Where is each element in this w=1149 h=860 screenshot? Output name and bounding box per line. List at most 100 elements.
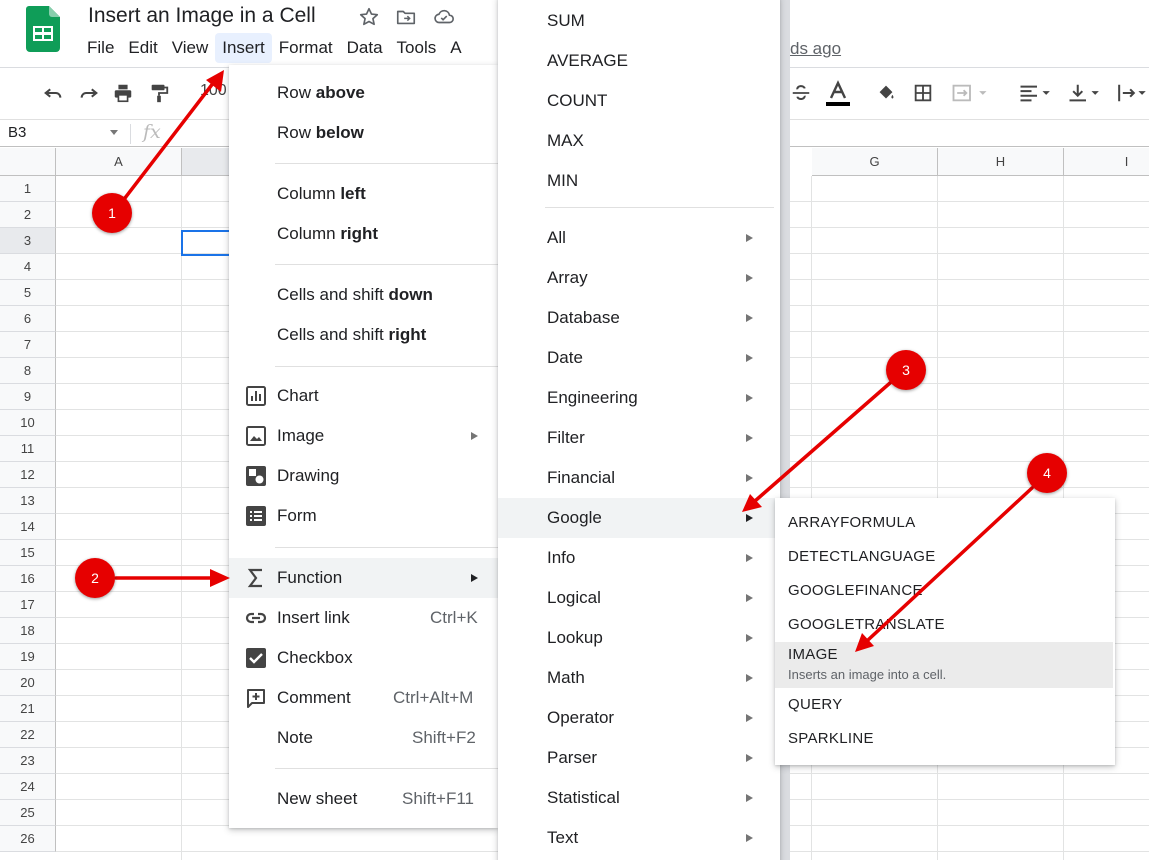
function-min[interactable]: MIN: [498, 161, 788, 201]
menu-tools[interactable]: Tools: [390, 33, 444, 63]
fill-color-icon[interactable]: [875, 82, 897, 104]
menu-addons[interactable]: A: [443, 33, 468, 63]
column-header-h[interactable]: H: [938, 148, 1064, 176]
star-icon[interactable]: [358, 6, 380, 28]
function-category-engineering[interactable]: Engineering: [498, 378, 788, 418]
undo-icon[interactable]: [42, 82, 64, 104]
function-category-filter[interactable]: Filter: [498, 418, 788, 458]
function-category-financial[interactable]: Financial: [498, 458, 788, 498]
row-header-16[interactable]: 16: [0, 566, 56, 592]
function-query[interactable]: QUERY: [775, 688, 1113, 722]
function-max[interactable]: MAX: [498, 121, 788, 161]
sheets-logo-icon[interactable]: [26, 6, 60, 52]
redo-icon[interactable]: [78, 82, 100, 104]
menu-edit[interactable]: Edit: [121, 33, 164, 63]
row-header-2[interactable]: 2: [0, 202, 56, 228]
column-header-i[interactable]: I: [1064, 148, 1149, 176]
name-box-dropdown-icon[interactable]: [110, 130, 118, 135]
row-header-19[interactable]: 19: [0, 644, 56, 670]
insert-note[interactable]: Note Shift+F2: [229, 718, 498, 758]
function-category-statistical[interactable]: Statistical: [498, 778, 788, 818]
function-category-all[interactable]: All: [498, 218, 788, 258]
insert-chart[interactable]: Chart: [229, 376, 498, 416]
function-category-logical[interactable]: Logical: [498, 578, 788, 618]
function-category-info[interactable]: Info: [498, 538, 788, 578]
insert-drawing[interactable]: Drawing: [229, 456, 498, 496]
insert-comment[interactable]: Comment Ctrl+Alt+M: [229, 678, 498, 718]
function-sparkline[interactable]: SPARKLINE: [775, 722, 1113, 756]
menu-data[interactable]: Data: [340, 33, 390, 63]
menu-view[interactable]: View: [165, 33, 216, 63]
paint-format-icon[interactable]: [148, 82, 170, 104]
insert-form[interactable]: Form: [229, 496, 498, 536]
column-header-g[interactable]: G: [812, 148, 938, 176]
row-header-25[interactable]: 25: [0, 800, 56, 826]
function-image[interactable]: IMAGE Inserts an image into a cell.: [775, 642, 1113, 688]
row-header-1[interactable]: 1: [0, 176, 56, 202]
name-box[interactable]: B3: [8, 124, 26, 141]
merge-cells-icon[interactable]: [950, 82, 990, 104]
function-category-database[interactable]: Database: [498, 298, 788, 338]
row-header-24[interactable]: 24: [0, 774, 56, 800]
text-color-icon[interactable]: [825, 80, 851, 108]
row-header-3[interactable]: 3: [0, 228, 56, 254]
insert-function[interactable]: Function: [229, 558, 498, 598]
function-category-lookup[interactable]: Lookup: [498, 618, 788, 658]
function-category-math[interactable]: Math: [498, 658, 788, 698]
insert-image[interactable]: Image: [229, 416, 498, 456]
insert-new-sheet[interactable]: New sheet Shift+F11: [229, 779, 498, 819]
row-header-10[interactable]: 10: [0, 410, 56, 436]
cloud-saved-icon[interactable]: [433, 6, 455, 28]
select-all-corner[interactable]: [0, 148, 56, 176]
function-category-parser[interactable]: Parser: [498, 738, 788, 778]
function-count[interactable]: COUNT: [498, 81, 788, 121]
row-header-14[interactable]: 14: [0, 514, 56, 540]
row-header-15[interactable]: 15: [0, 540, 56, 566]
row-header-12[interactable]: 12: [0, 462, 56, 488]
row-header-18[interactable]: 18: [0, 618, 56, 644]
insert-column-right[interactable]: Column right: [229, 214, 498, 254]
menu-format[interactable]: Format: [272, 33, 340, 63]
function-category-date[interactable]: Date: [498, 338, 788, 378]
function-arrayformula[interactable]: ARRAYFORMULA: [775, 506, 1113, 540]
insert-cells-shift-down[interactable]: Cells and shift down: [229, 275, 498, 315]
function-category-operator[interactable]: Operator: [498, 698, 788, 738]
row-header-26[interactable]: 26: [0, 826, 56, 852]
row-header-17[interactable]: 17: [0, 592, 56, 618]
insert-link[interactable]: Insert link Ctrl+K: [229, 598, 498, 638]
function-category-text[interactable]: Text: [498, 818, 788, 858]
zoom-select[interactable]: 100: [200, 82, 227, 100]
row-header-20[interactable]: 20: [0, 670, 56, 696]
function-category-array[interactable]: Array: [498, 258, 788, 298]
borders-icon[interactable]: [912, 82, 934, 104]
row-header-6[interactable]: 6: [0, 306, 56, 332]
menu-file[interactable]: File: [80, 33, 121, 63]
function-category-google[interactable]: Google: [498, 498, 788, 538]
row-header-23[interactable]: 23: [0, 748, 56, 774]
active-cell-b3[interactable]: [181, 230, 231, 256]
move-to-folder-icon[interactable]: [395, 6, 417, 28]
horizontal-align-icon[interactable]: [1017, 82, 1057, 104]
function-detectlanguage[interactable]: DETECTLANGUAGE: [775, 540, 1113, 574]
document-title[interactable]: Insert an Image in a Cell: [88, 4, 316, 28]
row-header-11[interactable]: 11: [0, 436, 56, 462]
column-header-a[interactable]: A: [56, 148, 182, 176]
function-googletranslate[interactable]: GOOGLETRANSLATE: [775, 608, 1113, 642]
menu-insert[interactable]: Insert: [215, 33, 272, 63]
vertical-align-icon[interactable]: [1066, 82, 1106, 104]
function-sum[interactable]: SUM: [498, 1, 788, 41]
insert-row-below[interactable]: Row below: [229, 113, 498, 153]
strikethrough-icon[interactable]: [790, 82, 812, 104]
row-header-5[interactable]: 5: [0, 280, 56, 306]
text-wrapping-icon[interactable]: [1115, 82, 1149, 104]
last-edit-link[interactable]: ds ago: [790, 39, 841, 59]
row-header-4[interactable]: 4: [0, 254, 56, 280]
function-average[interactable]: AVERAGE: [498, 41, 788, 81]
print-icon[interactable]: [112, 82, 134, 104]
row-header-8[interactable]: 8: [0, 358, 56, 384]
row-header-7[interactable]: 7: [0, 332, 56, 358]
function-googlefinance[interactable]: GOOGLEFINANCE: [775, 574, 1113, 608]
row-header-22[interactable]: 22: [0, 722, 56, 748]
insert-column-left[interactable]: Column left: [229, 174, 498, 214]
row-header-21[interactable]: 21: [0, 696, 56, 722]
